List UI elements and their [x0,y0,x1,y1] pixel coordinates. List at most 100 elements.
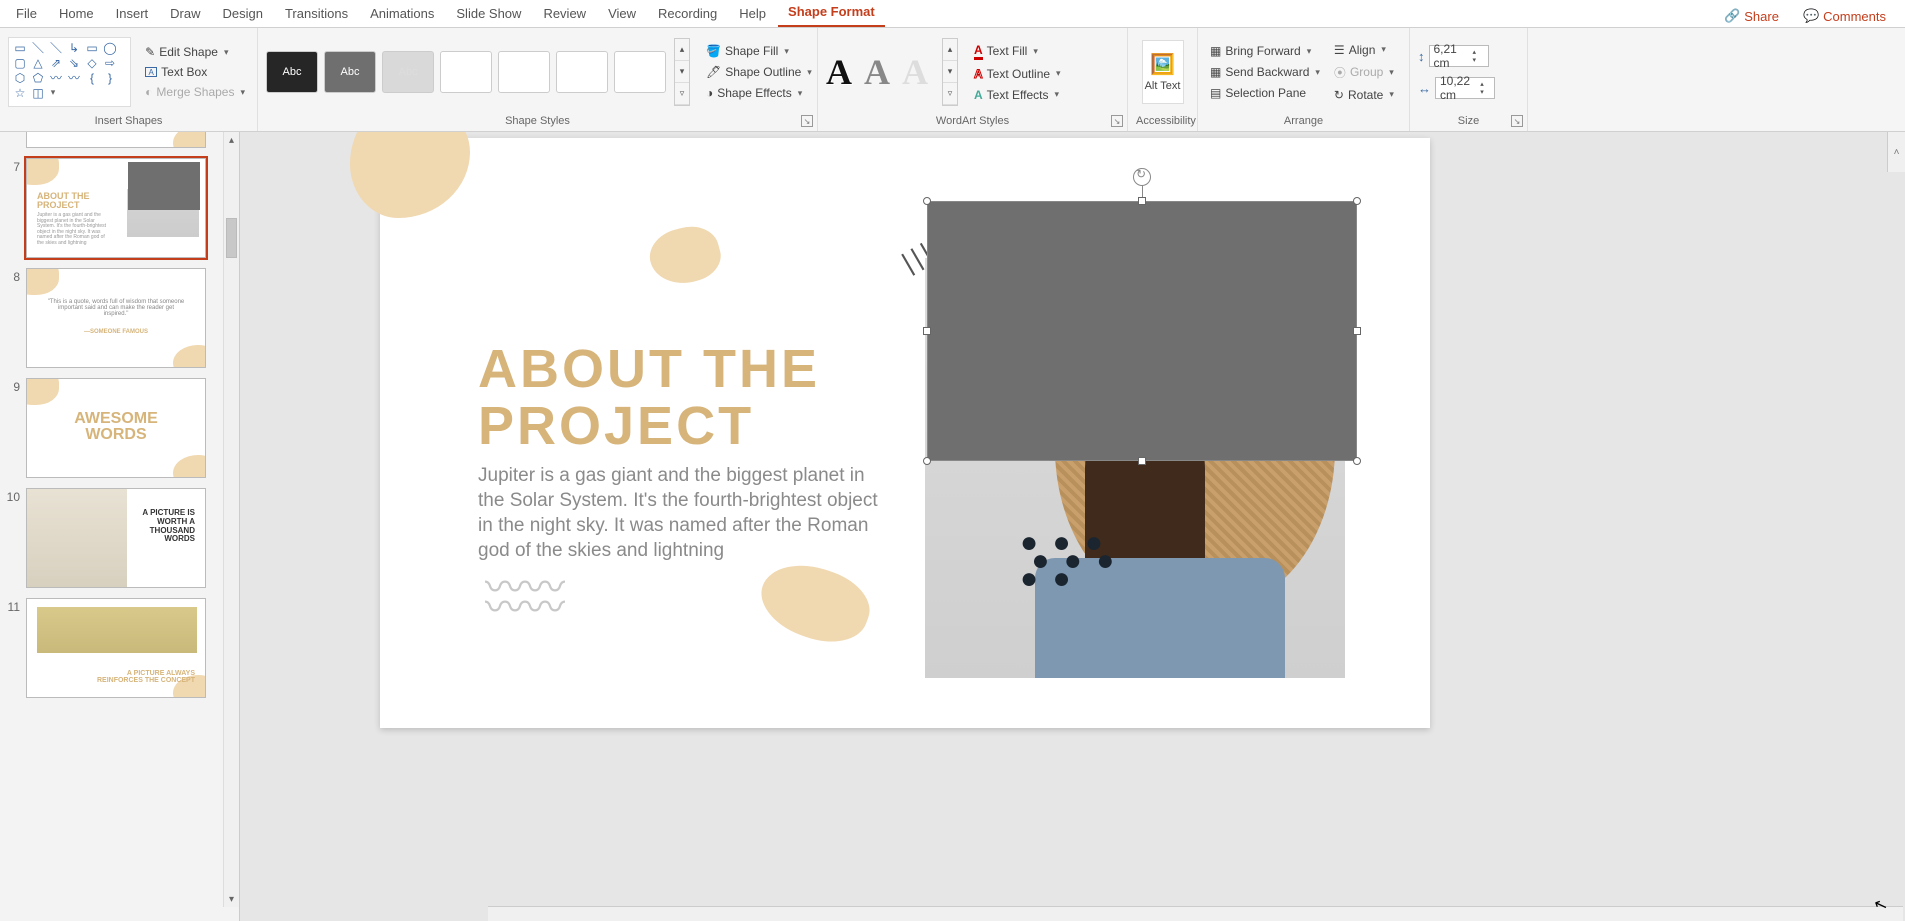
style-thumb-3[interactable]: Abc [382,51,434,93]
alt-text-button[interactable]: 🖼️ Alt Text [1142,40,1184,104]
selection-pane-button[interactable]: ▤Selection Pane [1206,84,1324,102]
hex-shape-icon[interactable]: ⬡ [11,70,29,85]
shape-outline-button[interactable]: 🖊 Shape Outline▾ [702,63,816,81]
slide-thumbnails-panel[interactable]: 7 ABOUT THEPROJECT Jupiter is a gas gian… [0,132,240,921]
wordart-thumb-3[interactable]: A [902,51,928,93]
tab-design[interactable]: Design [213,1,273,27]
scroll-up-icon[interactable]: ▴ [224,132,239,148]
scroll-handle[interactable] [226,218,237,258]
resize-handle-nw[interactable] [923,197,931,205]
align-button[interactable]: ☰Align▾ [1330,41,1398,59]
textbox-shape-icon[interactable]: ▭ [11,40,29,55]
star-shape-icon[interactable]: ☆ [11,85,29,100]
shape-height-input[interactable]: 6,21 cm ▴▾ [1429,45,1489,67]
slide-editor[interactable]: ||| || 〰〰〰〰 ABOUT THE PROJECT Jupiter is… [240,132,1905,921]
wordart-launcher[interactable]: ↘ [1111,115,1123,127]
arrowr-shape-icon[interactable]: ⇨ [101,55,119,70]
resize-handle-n[interactable] [1138,197,1146,205]
resize-handle-s[interactable] [1138,457,1146,465]
arrow2-shape-icon[interactable]: ⇘ [65,55,83,70]
pen-icon: 🖊 [706,65,721,79]
style-gallery-scroll[interactable]: ▴▾▿ [674,38,690,106]
oval-shape-icon[interactable]: ◯ [101,40,119,55]
share-button[interactable]: 🔗 Share [1719,5,1784,27]
text-fill-button[interactable]: A Text Fill▾ [970,41,1065,62]
slide-thumb-8[interactable]: "This is a quote, words full of wisdom t… [26,268,206,368]
tab-review[interactable]: Review [533,1,596,27]
curve-shape-icon[interactable]: 〰 [47,70,65,85]
wordart-gallery[interactable]: A A A ▴▾▿ [826,38,958,106]
tab-slideshow[interactable]: Slide Show [446,1,531,27]
style-thumb-4[interactable]: Abc [440,51,492,93]
size-launcher[interactable]: ↘ [1511,115,1523,127]
text-outline-button[interactable]: A Text Outline▾ [970,65,1065,83]
slide-thumb-11[interactable]: A PICTURE ALWAYS REINFORCES THE CONCEPT [26,598,206,698]
shape-fill-button[interactable]: 🪣 Shape Fill▾ [702,42,816,60]
style-thumb-6[interactable]: Abc [556,51,608,93]
rotate-button[interactable]: ↻Rotate▾ [1330,86,1398,104]
roundrect-shape-icon[interactable]: ▢ [11,55,29,70]
tab-home[interactable]: Home [49,1,104,27]
text-box-button[interactable]: A Text Box [141,63,249,81]
shape-width-input[interactable]: 10,22 cm ▴▾ [1435,77,1495,99]
tab-transitions[interactable]: Transitions [275,1,358,27]
rotate-handle[interactable] [1133,168,1151,186]
shapes-more-icon[interactable]: ▾ [47,85,59,100]
brace-r-icon[interactable]: } [101,70,119,85]
resize-handle-w[interactable] [923,327,931,335]
pent-shape-icon[interactable]: ⬠ [29,70,47,85]
resize-handle-sw[interactable] [923,457,931,465]
brace-l-icon[interactable]: { [83,70,101,85]
shape-styles-launcher[interactable]: ↘ [801,115,813,127]
line-shape-icon[interactable]: ＼ [29,40,47,55]
send-backward-button[interactable]: ▦Send Backward▾ [1206,63,1324,81]
slide-thumb-7[interactable]: ABOUT THEPROJECT Jupiter is a gas giant … [26,158,206,258]
arrow-shape-icon[interactable]: ⇗ [47,55,65,70]
wordart-thumb-1[interactable]: A [826,51,852,93]
tab-draw[interactable]: Draw [160,1,210,27]
diamond-shape-icon[interactable]: ◇ [83,55,101,70]
slide-canvas[interactable]: ||| || 〰〰〰〰 ABOUT THE PROJECT Jupiter is… [380,138,1430,728]
style-thumb-2[interactable]: Abc [324,51,376,93]
resize-handle-se[interactable] [1353,457,1361,465]
slide-thumb-10[interactable]: A PICTURE IS WORTH A THOUSAND WORDS [26,488,206,588]
collapse-ribbon-button[interactable]: ˄ [1887,132,1905,172]
callout-shape-icon[interactable]: ◫ [29,85,47,100]
tab-animations[interactable]: Animations [360,1,444,27]
thumbnails-scrollbar[interactable]: ▴ ▾ [223,132,239,907]
style-thumb-1[interactable]: Abc [266,51,318,93]
wordart-gallery-scroll[interactable]: ▴▾▿ [942,38,958,106]
slide-body-text[interactable]: Jupiter is a gas giant and the biggest p… [478,463,888,563]
connector-shape-icon[interactable]: ↳ [65,40,83,55]
scroll-down-icon[interactable]: ▾ [224,891,239,907]
text-effects-button[interactable]: A Text Effects▾ [970,86,1065,104]
tab-help[interactable]: Help [729,1,776,27]
shapes-gallery[interactable]: ▭ ＼ ＼ ↳ ▭ ◯ ▢ △ ⇗ ⇘ ◇ ⇨ ⬡ ⬠ 〰 〰 { } ☆ ◫ [8,37,131,107]
tab-view[interactable]: View [598,1,646,27]
tab-file[interactable]: File [6,1,47,27]
rect-shape-icon[interactable]: ▭ [83,40,101,55]
shape-effects-button[interactable]: ◑ Shape Effects▾ [702,84,816,102]
tab-insert[interactable]: Insert [106,1,159,27]
triangle-shape-icon[interactable]: △ [29,55,47,70]
line2-shape-icon[interactable]: ＼ [47,40,65,55]
slide-thumb-prev[interactable] [26,132,206,148]
selected-rectangle-shape[interactable] [927,201,1357,461]
tab-recording[interactable]: Recording [648,1,727,27]
horizontal-scrollbar[interactable] [488,906,1903,921]
shape-style-gallery[interactable]: Abc Abc Abc Abc Abc Abc Abc ▴▾▿ [266,38,690,106]
style-thumb-7[interactable]: Abc [614,51,666,93]
resize-handle-ne[interactable] [1353,197,1361,205]
comments-icon: 💬 [1803,8,1819,24]
edit-shape-button[interactable]: ✎ Edit Shape▾ [141,43,249,61]
main-area: 7 ABOUT THEPROJECT Jupiter is a gas gian… [0,132,1905,921]
slide-thumb-9[interactable]: AWESOMEWORDS [26,378,206,478]
slide-title[interactable]: ABOUT THE PROJECT [478,341,878,454]
comments-button[interactable]: 💬 Comments [1798,5,1891,27]
style-thumb-5[interactable]: Abc [498,51,550,93]
wordart-thumb-2[interactable]: A [864,51,890,93]
bring-forward-button[interactable]: ▦Bring Forward▾ [1206,42,1324,60]
curve2-shape-icon[interactable]: 〰 [65,70,83,85]
resize-handle-e[interactable] [1353,327,1361,335]
tab-shape-format[interactable]: Shape Format [778,0,885,27]
